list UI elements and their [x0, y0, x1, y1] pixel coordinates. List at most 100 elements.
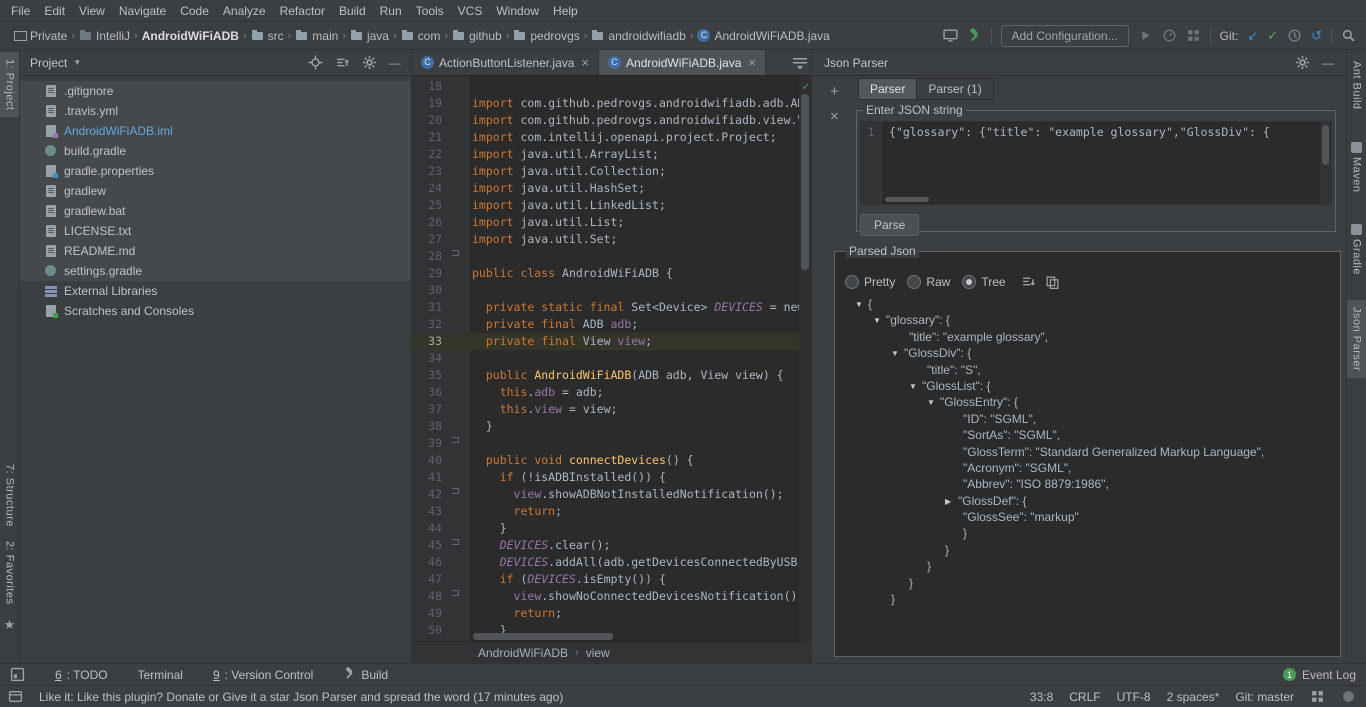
project-item-androidwifiadb-iml[interactable]: AndroidWiFiADB.iml — [20, 121, 411, 141]
project-item-gradle-properties[interactable]: gradle.properties — [20, 161, 411, 181]
menu-tools[interactable]: Tools — [409, 2, 451, 20]
status-message[interactable]: Like it: Like this plugin? Donate or Giv… — [39, 690, 563, 704]
toolwindow-button-9-version-control[interactable]: 9: Version Control — [213, 667, 313, 683]
collapse-all-icon[interactable] — [335, 55, 350, 70]
radio-raw[interactable] — [907, 275, 921, 289]
project-item-build-gradle[interactable]: build.gradle — [20, 141, 411, 161]
breadcrumb-item-java[interactable]: java — [347, 29, 392, 43]
scrollbar-thumb[interactable] — [801, 94, 809, 270]
json-tree-row[interactable]: "GlossSee": "markup" — [843, 509, 1332, 525]
menu-view[interactable]: View — [72, 2, 112, 20]
json-tree-row[interactable]: ▼"GlossList": { — [843, 378, 1332, 394]
menu-vcs[interactable]: VCS — [451, 2, 490, 20]
breadcrumb-item-androidwifiadb[interactable]: AndroidWiFiADB — [139, 29, 242, 43]
git-commit-icon[interactable]: ✓ — [1267, 29, 1278, 42]
breadcrumb-item-intellij[interactable]: IntelliJ — [76, 29, 133, 43]
parse-button[interactable]: Parse — [860, 214, 919, 236]
breadcrumb-item-com[interactable]: com — [398, 29, 444, 43]
project-item-travis-yml[interactable]: .travis.yml — [20, 101, 411, 121]
toolwindow-button-build[interactable]: Build — [343, 667, 388, 683]
close-parser-tab-button[interactable]: × — [830, 110, 839, 124]
preview-monitor-icon[interactable] — [943, 28, 958, 43]
input-vertical-scrollbar[interactable] — [1320, 122, 1331, 204]
toolwindow-button-6-todo[interactable]: 6: TODO — [55, 667, 108, 683]
gear-icon[interactable] — [1295, 55, 1310, 70]
build-hammer-icon[interactable] — [967, 28, 982, 43]
json-tree-row[interactable]: ▼{ — [843, 296, 1332, 312]
scrollbar-thumb[interactable] — [473, 633, 613, 640]
menu-code[interactable]: Code — [173, 2, 216, 20]
tree-expanded-icon[interactable]: ▼ — [891, 346, 904, 362]
tool-window-switcher-icon[interactable] — [10, 667, 25, 682]
input-horizontal-scrollbar-thumb[interactable] — [885, 197, 929, 202]
tab-list-icon[interactable] — [792, 57, 808, 73]
json-tree-row[interactable]: } — [843, 558, 1332, 574]
editor-tab-actionbuttonlistener-java[interactable]: ActionButtonListener.java× — [412, 50, 599, 75]
gear-icon[interactable] — [362, 55, 377, 70]
breadcrumb-item-main[interactable]: main — [292, 29, 341, 43]
project-item-readme-md[interactable]: README.md — [20, 241, 411, 261]
menu-analyze[interactable]: Analyze — [216, 2, 273, 20]
json-tree-row[interactable]: } — [843, 542, 1332, 558]
breadcrumb-item-androidwifiadb[interactable]: androidwifiadb — [588, 29, 688, 43]
favorites-star-icon[interactable]: ★ — [4, 611, 16, 639]
editor-breadcrumb-item-view[interactable]: view — [586, 646, 610, 660]
search-everywhere-icon[interactable] — [1341, 28, 1356, 43]
coverage-icon[interactable] — [1186, 28, 1201, 43]
event-log-button[interactable]: Event Log — [1302, 668, 1356, 682]
json-tree-row[interactable]: "SortAs": "SGML", — [843, 427, 1332, 443]
breadcrumb-item-private[interactable]: Private — [10, 29, 70, 43]
git-branch[interactable]: Git: master — [1235, 690, 1294, 704]
json-tree-row[interactable]: ▼"GlossEntry": { — [843, 394, 1332, 410]
expand-all-icon[interactable] — [1021, 275, 1036, 290]
json-tree-row[interactable]: "Abbrev": "ISO 8879:1986", — [843, 476, 1332, 492]
git-rollback-icon[interactable]: ↺ — [1311, 29, 1322, 42]
ide-updates-icon[interactable] — [1310, 689, 1325, 704]
history-clock-icon[interactable] — [1287, 28, 1302, 43]
json-tree-row[interactable]: } — [843, 525, 1332, 541]
tool-button-json-parser[interactable]: Json Parser — [1347, 300, 1366, 378]
json-tree-row[interactable]: ▼"GlossDiv": { — [843, 345, 1332, 361]
parser-tab-parser[interactable]: Parser — [858, 78, 917, 100]
menu-edit[interactable]: Edit — [37, 2, 72, 20]
project-item-gradlew-bat[interactable]: gradlew.bat — [20, 201, 411, 221]
json-tree-row[interactable]: } — [843, 575, 1332, 591]
editor-breadcrumb-item-androidwifiadb[interactable]: AndroidWiFiADB — [478, 646, 568, 660]
menu-run[interactable]: Run — [373, 2, 409, 20]
file-encoding[interactable]: UTF-8 — [1117, 690, 1151, 704]
json-tree-row[interactable]: ▶"GlossDef": { — [843, 493, 1332, 509]
indent-style[interactable]: 2 spaces* — [1167, 690, 1220, 704]
memory-indicator-icon[interactable] — [1341, 689, 1356, 704]
project-item-gitignore[interactable]: .gitignore — [20, 81, 411, 101]
copy-icon[interactable] — [1045, 275, 1060, 290]
radio-pretty[interactable] — [845, 275, 859, 289]
tool-button-project[interactable]: 1: Project — [0, 52, 19, 117]
json-tree-row[interactable]: "title": "example glossary", — [843, 329, 1332, 345]
tool-button-structure[interactable]: 7: Structure — [0, 457, 19, 534]
tree-expanded-icon[interactable]: ▼ — [873, 313, 886, 329]
json-tree-row[interactable]: "ID": "SGML", — [843, 411, 1332, 427]
caret-position[interactable]: 33:8 — [1030, 690, 1053, 704]
breadcrumb-item-pedrovgs[interactable]: pedrovgs — [510, 29, 582, 43]
json-tree[interactable]: ▼{▼"glossary": {"title": "example glossa… — [843, 296, 1332, 607]
inspection-ok-icon[interactable]: ✓ — [802, 78, 809, 95]
parser-tab-parser-1[interactable]: Parser (1) — [916, 78, 993, 100]
project-item-settings-gradle[interactable]: settings.gradle — [20, 261, 411, 281]
json-tree-row[interactable]: "Acronym": "SGML", — [843, 460, 1332, 476]
json-tree-row[interactable]: } — [843, 591, 1332, 607]
tool-button-favorites[interactable]: 2: Favorites — [0, 534, 19, 611]
toolwindow-button-terminal[interactable]: Terminal — [138, 667, 183, 683]
run-icon[interactable] — [1138, 28, 1153, 43]
code-editor[interactable]: 1819import com.github.pedrovgs.androidwi… — [412, 76, 811, 641]
breadcrumb-item-src[interactable]: src — [248, 29, 287, 43]
close-tab-icon[interactable]: × — [748, 55, 756, 70]
tree-expanded-icon[interactable]: ▼ — [855, 297, 868, 313]
tool-button-ant-build[interactable]: Ant Build — [1347, 54, 1366, 117]
menu-file[interactable]: File — [4, 2, 37, 20]
project-item-license-txt[interactable]: LICENSE.txt — [20, 221, 411, 241]
breadcrumb-item-androidwifiadb-java[interactable]: AndroidWiFiADB.java — [694, 29, 832, 43]
hide-panel-icon[interactable]: — — [1322, 56, 1334, 70]
menu-build[interactable]: Build — [332, 2, 373, 20]
json-tree-row[interactable]: "title": "S", — [843, 362, 1332, 378]
json-tree-row[interactable]: ▼"glossary": { — [843, 312, 1332, 328]
